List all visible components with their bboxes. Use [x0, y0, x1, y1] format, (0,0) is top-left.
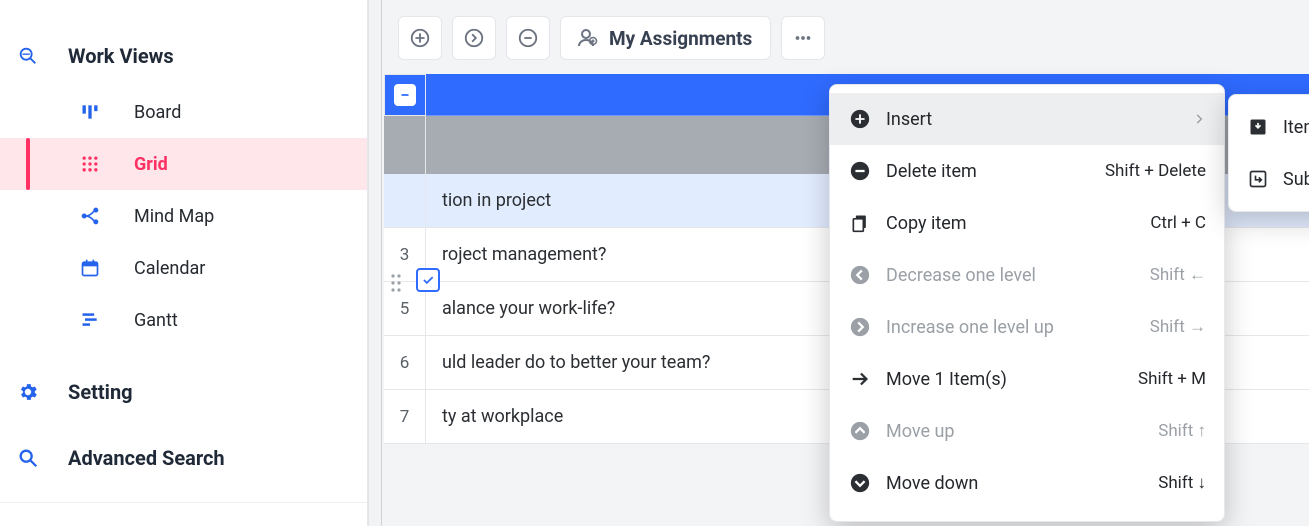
sidebar-item-label: Gantt: [134, 310, 178, 331]
submenu-label: Item: [1283, 117, 1309, 138]
my-assignments-chip[interactable]: My Assignments: [560, 16, 771, 60]
chevron-right-icon: [1192, 112, 1206, 126]
ctx-shortcut: Shift ↑: [1158, 421, 1206, 441]
insert-subitem-icon: [1247, 168, 1269, 190]
arrow-left-circle-icon: [848, 263, 872, 287]
calendar-icon: [78, 256, 102, 280]
ctx-move-up: Move up Shift ↑: [830, 405, 1224, 457]
submenu-label: Subitem: [1283, 169, 1309, 190]
navigate-button[interactable]: [452, 16, 496, 60]
ctx-label: Delete item: [886, 161, 1091, 182]
pane-splitter[interactable]: [368, 0, 382, 526]
gantt-icon: [78, 308, 102, 332]
collapse-all-icon[interactable]: [394, 84, 416, 106]
ctx-label: Move down: [886, 473, 1144, 494]
ctx-label: Copy item: [886, 213, 1136, 234]
submenu-item[interactable]: Item Enter: [1229, 101, 1309, 153]
grid-icon: [78, 152, 102, 176]
sidebar-item-mind-map[interactable]: Mind Map: [0, 190, 367, 242]
ctx-label: Insert: [886, 109, 1178, 130]
sidebar-item-label: Mind Map: [134, 206, 214, 227]
ctx-shortcut: Ctrl + C: [1150, 213, 1206, 233]
gear-icon: [16, 380, 40, 404]
ctx-label: Move 1 Item(s): [886, 369, 1124, 390]
row-number: [384, 174, 426, 227]
minus-circle-icon: [848, 159, 872, 183]
ctx-shortcut: Shift ↓: [1158, 473, 1206, 493]
sidebar-divider: [0, 502, 367, 503]
sidebar-item-label: Grid: [134, 154, 168, 175]
sidebar: Work Views Board Grid: [0, 0, 368, 526]
work-views-icon: [16, 44, 40, 68]
setting-title: Setting: [68, 380, 133, 404]
row-checkbox[interactable]: [416, 268, 440, 292]
setting-section[interactable]: Setting: [0, 372, 367, 412]
sidebar-item-label: Board: [134, 102, 181, 123]
views-list: Board Grid Mind Map: [0, 86, 367, 346]
ctx-shortcut: Shift + M: [1138, 369, 1206, 389]
more-button[interactable]: [781, 16, 825, 60]
ctx-label: Move up: [886, 421, 1144, 442]
main-area: My Assignments tion i: [382, 0, 1309, 526]
copy-icon: [848, 211, 872, 235]
row-number: 6: [384, 336, 426, 389]
drag-handle-icon[interactable]: [384, 260, 408, 306]
work-views-section[interactable]: Work Views: [0, 36, 367, 76]
advanced-search-title: Advanced Search: [68, 446, 225, 470]
insert-submenu: Item Enter Subitem Shift + Enter: [1228, 94, 1309, 212]
row-number: 7: [384, 390, 426, 443]
ctx-shortcut: Shift ←: [1150, 265, 1206, 285]
insert-item-icon: [1247, 116, 1269, 138]
arrow-right-icon: [848, 367, 872, 391]
advanced-search-section[interactable]: Advanced Search: [0, 438, 367, 478]
ctx-move-items[interactable]: Move 1 Item(s) Shift + M: [830, 353, 1224, 405]
ctx-label: Decrease one level: [886, 265, 1136, 286]
ctx-delete-item[interactable]: Delete item Shift + Delete: [830, 145, 1224, 197]
ctx-label: Increase one level up: [886, 317, 1136, 338]
board-icon: [78, 100, 102, 124]
ctx-insert[interactable]: Insert: [830, 93, 1224, 145]
sidebar-item-label: Calendar: [134, 258, 205, 279]
ctx-copy-item[interactable]: Copy item Ctrl + C: [830, 197, 1224, 249]
sidebar-item-gantt[interactable]: Gantt: [0, 294, 367, 346]
arrow-up-circle-icon: [848, 419, 872, 443]
grid-subheader-left: [384, 116, 426, 174]
search-icon: [16, 446, 40, 470]
sidebar-item-board[interactable]: Board: [0, 86, 367, 138]
ctx-shortcut: Shift →: [1150, 317, 1206, 337]
ctx-move-down[interactable]: Move down Shift ↓: [830, 457, 1224, 509]
arrow-right-circle-icon: [848, 315, 872, 339]
ctx-decrease-level: Decrease one level Shift ←: [830, 249, 1224, 301]
ctx-shortcut: Shift + Delete: [1105, 161, 1206, 181]
work-views-title: Work Views: [68, 44, 174, 68]
context-menu: Insert Delete item Shift + Delete Copy i…: [829, 84, 1225, 522]
grid-corner[interactable]: [384, 74, 426, 116]
sidebar-item-calendar[interactable]: Calendar: [0, 242, 367, 294]
submenu-subitem[interactable]: Subitem Shift + Enter: [1229, 153, 1309, 205]
toolbar: My Assignments: [382, 0, 1309, 74]
ctx-increase-level: Increase one level up Shift →: [830, 301, 1224, 353]
plus-circle-icon: [848, 107, 872, 131]
add-button[interactable]: [398, 16, 442, 60]
sidebar-item-grid[interactable]: Grid: [0, 138, 367, 190]
remove-button[interactable]: [506, 16, 550, 60]
my-assignments-label: My Assignments: [609, 27, 752, 50]
arrow-down-circle-icon: [848, 471, 872, 495]
user-icon: [575, 26, 599, 50]
mind-map-icon: [78, 204, 102, 228]
